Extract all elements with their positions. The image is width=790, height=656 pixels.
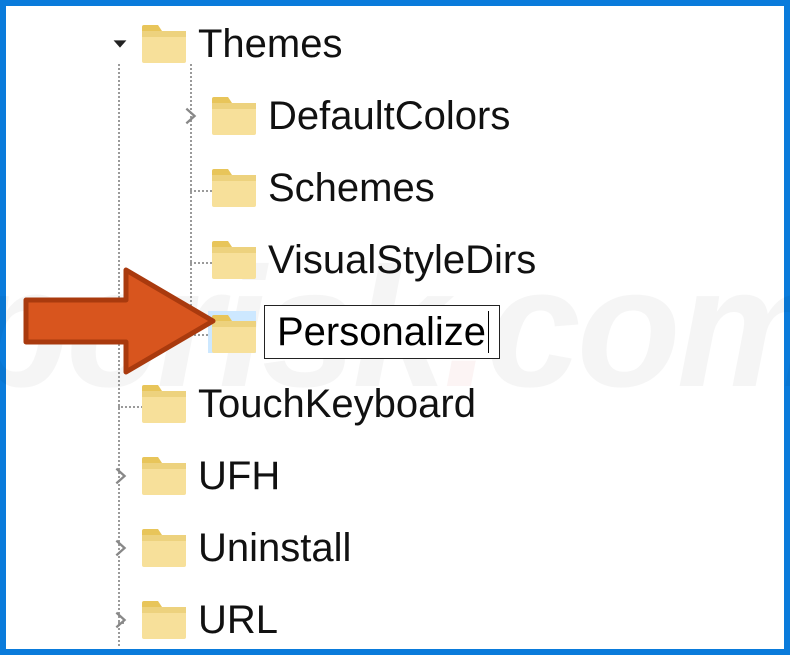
folder-icon xyxy=(140,527,188,569)
tree-item-url[interactable]: URL xyxy=(106,584,780,656)
chevron-right-icon[interactable] xyxy=(106,606,134,634)
tree-item-label: UFH xyxy=(198,454,280,499)
rename-input[interactable]: Personalize xyxy=(264,305,500,359)
rename-input-text: Personalize xyxy=(277,310,486,355)
tree-item-touchkeyboard[interactable]: TouchKeyboard xyxy=(106,368,780,440)
tree-item-themes[interactable]: Themes xyxy=(106,8,780,80)
tree-item-label: URL xyxy=(198,598,278,643)
chevron-right-icon[interactable] xyxy=(106,462,134,490)
folder-icon xyxy=(210,239,258,281)
registry-tree[interactable]: Themes DefaultColors Schemes xyxy=(106,8,780,656)
tree-item-label: VisualStyleDirs xyxy=(268,238,536,283)
tree-item-label: Uninstall xyxy=(198,526,351,571)
tree-item-ufh[interactable]: UFH xyxy=(106,440,780,512)
folder-icon xyxy=(210,95,258,137)
chevron-down-icon[interactable] xyxy=(106,30,134,58)
folder-icon xyxy=(210,167,258,209)
folder-icon xyxy=(140,599,188,641)
tree-item-label: Themes xyxy=(198,22,343,67)
folder-icon xyxy=(140,383,188,425)
tree-item-label: TouchKeyboard xyxy=(198,382,476,427)
chevron-right-icon[interactable] xyxy=(106,534,134,562)
text-caret xyxy=(488,311,489,353)
screenshot-frame: pcrisk.com Themes Defau xyxy=(0,0,790,655)
tree-item-schemes[interactable]: Schemes xyxy=(106,152,780,224)
tree-item-label: DefaultColors xyxy=(268,94,510,139)
tree-item-visualstyledirs[interactable]: VisualStyleDirs xyxy=(106,224,780,296)
chevron-right-icon[interactable] xyxy=(176,102,204,130)
folder-icon xyxy=(208,311,256,353)
folder-icon xyxy=(140,23,188,65)
tree-item-uninstall[interactable]: Uninstall xyxy=(106,512,780,584)
tree-item-label: Schemes xyxy=(268,166,435,211)
tree-item-defaultcolors[interactable]: DefaultColors xyxy=(106,80,780,152)
folder-icon xyxy=(140,455,188,497)
tree-item-personalize[interactable]: Personalize xyxy=(106,296,780,368)
